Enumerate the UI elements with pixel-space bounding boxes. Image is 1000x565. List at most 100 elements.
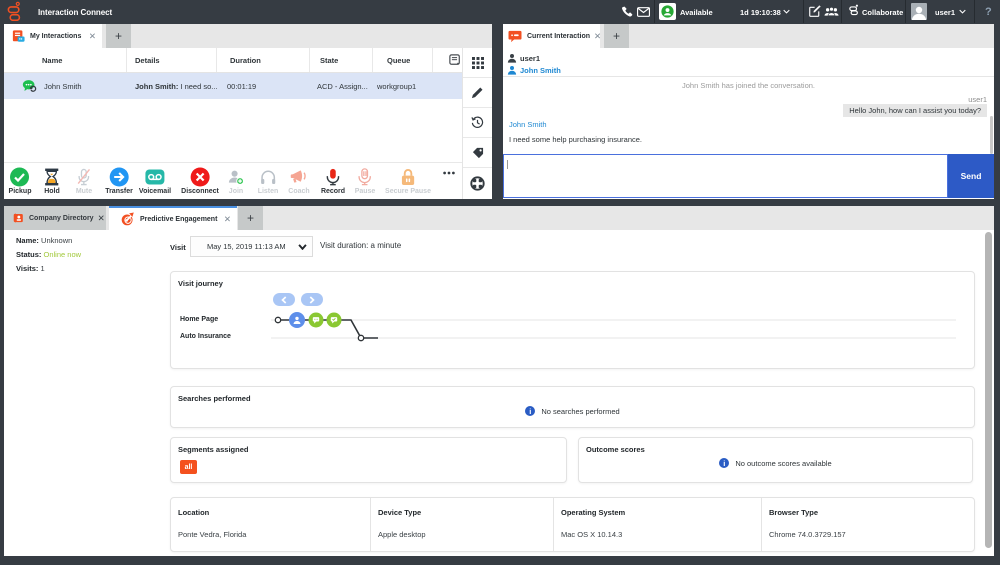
- pickup-button[interactable]: Pickup: [9, 166, 32, 195]
- detail-title: Device Type: [378, 508, 553, 517]
- collaborate-label[interactable]: Collaborate: [862, 8, 903, 17]
- searches-empty-text: No searches performed: [541, 407, 619, 416]
- visit-label: Visit: [170, 243, 186, 252]
- toolbar-button-label: Join: [229, 188, 243, 195]
- record-button[interactable]: Record: [321, 166, 345, 195]
- chat-scrollbar[interactable]: [990, 116, 994, 154]
- visitor-visits-field: Visits: 1: [16, 264, 45, 273]
- message-input[interactable]: [503, 154, 948, 198]
- close-tab-icon[interactable]: ✕: [94, 214, 105, 223]
- help-button[interactable]: ?: [985, 6, 992, 18]
- secure-pause-button[interactable]: Secure Pause: [385, 166, 431, 195]
- chevron-down-icon: [298, 244, 307, 250]
- grid-view-icon[interactable]: [463, 48, 492, 78]
- visit-date: May 15, 2019 11:13 AM: [207, 242, 286, 251]
- close-tab-icon[interactable]: ✕: [85, 32, 96, 41]
- my-interactions-panel: My Interactions ✕ + Name Details Duratio…: [4, 24, 492, 199]
- collaborate-icon[interactable]: [849, 4, 859, 17]
- separator: [974, 0, 975, 23]
- people-icon[interactable]: [824, 6, 839, 17]
- visit-select[interactable]: May 15, 2019 11:13 AM: [190, 236, 313, 257]
- card-title: Outcome scores: [586, 445, 645, 454]
- add-tab-button[interactable]: +: [106, 24, 131, 48]
- transfer-button[interactable]: Transfer: [105, 166, 133, 195]
- add-tab-button[interactable]: +: [238, 206, 263, 230]
- row-name: John Smith: [44, 82, 82, 91]
- voicemail-button[interactable]: Voicemail: [139, 166, 171, 195]
- send-button[interactable]: Send: [948, 154, 994, 198]
- call-toolbar: Pickup Hold Mute Transfer Voicemail Disc…: [4, 162, 462, 199]
- disconnect-button[interactable]: Disconnect: [181, 166, 219, 195]
- join-button[interactable]: Join: [227, 166, 245, 195]
- phone-icon[interactable]: [621, 6, 633, 18]
- visit-journey-card: Visit journey Home Page Auto Insurance: [170, 271, 975, 369]
- close-tab-icon[interactable]: ✕: [220, 215, 231, 224]
- row-details-name: John Smith:: [135, 82, 178, 91]
- directory-tab-icon: [12, 212, 24, 224]
- detail-title: Location: [178, 508, 370, 517]
- status-label[interactable]: Available: [680, 8, 713, 17]
- tab-my-interactions[interactable]: My Interactions ✕: [4, 24, 102, 48]
- toolbar-button-label: Voicemail: [139, 188, 171, 195]
- vertical-scrollbar[interactable]: [985, 232, 992, 548]
- bottom-tab-bar: Company Directory ✕ Predictive Engagemen…: [4, 206, 994, 230]
- chat-interaction-icon: [22, 79, 37, 93]
- col-duration[interactable]: Duration: [217, 48, 310, 72]
- queue-view-icon[interactable]: [433, 48, 462, 72]
- col-name[interactable]: Name: [4, 48, 127, 72]
- detail-title: Operating System: [561, 508, 761, 517]
- more-actions-button[interactable]: [442, 171, 456, 175]
- chevron-down-icon[interactable]: [959, 9, 966, 14]
- toolbar-button-label: Disconnect: [181, 188, 219, 195]
- col-queue[interactable]: Queue: [373, 48, 433, 72]
- chat-tab-icon: [508, 30, 522, 43]
- toolbar-button-label: Pause: [355, 188, 376, 195]
- outcomes-empty-text: No outcome scores available: [735, 459, 831, 468]
- tag-icon[interactable]: [463, 138, 492, 168]
- user-avatar[interactable]: [911, 3, 927, 20]
- agent-label: user1: [503, 95, 987, 104]
- hold-button[interactable]: Hold: [44, 166, 60, 195]
- participant-customer[interactable]: John Smith: [507, 64, 994, 76]
- mute-button[interactable]: Mute: [76, 166, 92, 195]
- web-icon[interactable]: [463, 168, 492, 198]
- participant-name: John Smith: [520, 66, 561, 75]
- participants-list: user1 John Smith: [503, 48, 994, 77]
- toolbar-button-label: Mute: [76, 188, 92, 195]
- participant-name: user1: [520, 54, 540, 63]
- participant-agent[interactable]: user1: [507, 52, 994, 64]
- col-details[interactable]: Details: [127, 48, 217, 72]
- tab-company-directory[interactable]: Company Directory ✕: [4, 206, 106, 230]
- detail-device: Device Type Apple desktop: [371, 498, 554, 551]
- separator: [841, 0, 842, 23]
- interaction-row[interactable]: John Smith John Smith: I need so... 00:0…: [4, 73, 462, 99]
- notes-pencil-icon[interactable]: [463, 78, 492, 108]
- customer-name-link[interactable]: John Smith: [509, 120, 994, 129]
- visitor-detail-body: Name: Unknown Status: Online now Visits:…: [4, 230, 994, 556]
- coach-button[interactable]: Coach: [288, 166, 309, 195]
- segment-badge[interactable]: all: [180, 460, 197, 474]
- compose-icon[interactable]: [809, 5, 821, 17]
- tab-label: Current Interaction: [527, 33, 590, 40]
- listen-button[interactable]: Listen: [258, 166, 279, 195]
- row-duration: 00:01:19: [217, 82, 310, 91]
- tab-current-interaction[interactable]: Current Interaction ✕: [503, 24, 600, 48]
- current-interaction-panel: Current Interaction ✕ + user1 John Smith…: [503, 24, 994, 199]
- history-icon[interactable]: [463, 108, 492, 138]
- visitor-status-field: Status: Online now: [16, 250, 81, 259]
- toolbar-button-label: Secure Pause: [385, 188, 431, 195]
- app-title: Interaction Connect: [38, 8, 112, 17]
- user-label[interactable]: user1: [935, 8, 955, 17]
- add-tab-button[interactable]: +: [604, 24, 629, 48]
- status-avatar[interactable]: [659, 3, 676, 20]
- left-tab-bar: My Interactions ✕ +: [4, 24, 492, 48]
- row-details-preview: I need so...: [178, 82, 217, 91]
- tab-label: Company Directory: [29, 215, 94, 222]
- mail-icon[interactable]: [637, 7, 650, 17]
- col-state[interactable]: State: [310, 48, 373, 72]
- tab-predictive-engagement[interactable]: Predictive Engagement ✕: [109, 206, 237, 230]
- close-tab-icon[interactable]: ✕: [590, 32, 601, 41]
- pause-button[interactable]: Pause: [355, 166, 376, 195]
- chevron-down-icon[interactable]: [783, 9, 790, 14]
- detail-value: Apple desktop: [378, 530, 553, 539]
